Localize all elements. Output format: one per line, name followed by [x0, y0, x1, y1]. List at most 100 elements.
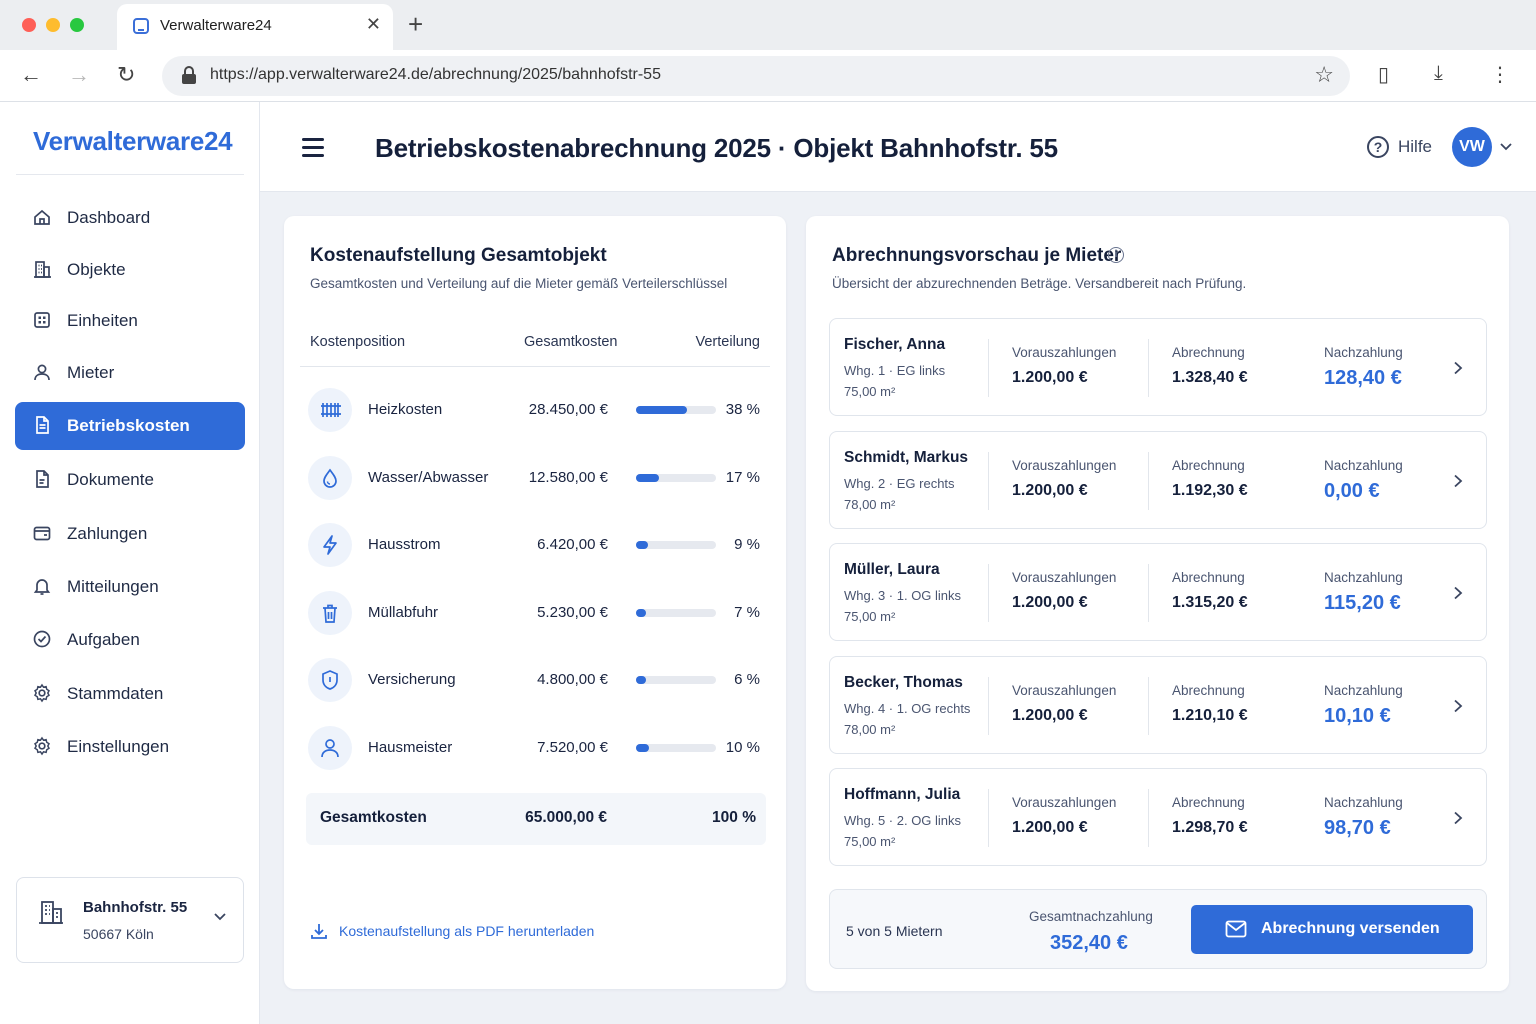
lock-icon — [182, 66, 196, 84]
prepay-value: 1.200,00 € — [1012, 594, 1088, 611]
hamburger-menu-icon[interactable] — [302, 138, 324, 157]
menu-dots-icon[interactable]: ⋮ — [1490, 62, 1510, 87]
prepay-value: 1.200,00 € — [1012, 481, 1088, 499]
object-selector[interactable]: Bahnhofstr. 55 50667 Köln — [16, 877, 244, 963]
sidebar-item-mitteilungen[interactable]: Mitteilungen — [15, 563, 245, 611]
browser-tab[interactable]: Verwalterware24 ✕ — [117, 4, 393, 50]
window-close-button[interactable] — [22, 18, 36, 32]
tenant-row[interactable]: Müller, Laura Whg. 3 · 1. OG links 75,00 m… — [829, 543, 1487, 641]
download-icon[interactable]: ⤓ — [1434, 62, 1443, 85]
tenant-row[interactable]: Schmidt, Markus Whg. 2 · EG rechts 78,00 m… — [829, 430, 1487, 529]
divider — [1148, 676, 1149, 735]
info-icon[interactable]: i — [1108, 247, 1124, 263]
sidebar-item-zahlungen[interactable]: Zahlungen — [15, 510, 245, 558]
due-value: 0,00 € — [1324, 479, 1380, 502]
download-icon — [311, 924, 327, 939]
tenant-row[interactable]: Hoffmann, Julia Whg. 5 · 2. OG links 75,00… — [829, 768, 1487, 866]
object-name: Bahnhofstr. 55 — [83, 899, 188, 916]
tenant-name: Hoffmann, Julia — [844, 786, 961, 803]
sidebar-item-mieter[interactable]: Mieter — [15, 349, 245, 397]
browser-toolbar: ← → ↻ https://app.verwalterware24.de/abr… — [0, 50, 1536, 102]
sidebar-item-label: Betriebskosten — [67, 416, 190, 435]
window-maximize-button[interactable] — [70, 18, 84, 32]
cost-amount: 7.520,00 € — [537, 738, 608, 756]
preview-footer: 5 von 5 Mietern Gesamtnachzahlung 352,40… — [829, 889, 1487, 969]
sidebar-item-label: Mieter — [67, 363, 115, 382]
divider — [300, 366, 770, 367]
sidebar-item-objekte[interactable]: Objekte — [15, 246, 245, 294]
chevron-right-icon[interactable] — [1452, 811, 1464, 825]
due-value: 128,40 € — [1324, 367, 1402, 389]
share-bar-fill — [636, 608, 646, 617]
cost-name: Wasser/Abwasser — [368, 468, 489, 486]
sidebar-item-einstellungen[interactable]: Einstellungen — [15, 723, 245, 771]
sidebar-panel-icon[interactable]: ▯ — [1378, 62, 1389, 87]
reload-icon[interactable]: ↻ — [117, 62, 135, 88]
bill-label: Abrechnung — [1172, 345, 1245, 360]
sidebar-item-label: Einstellungen — [67, 737, 170, 756]
cost-pct: 7 % — [734, 603, 760, 621]
object-city: 50667 Köln — [83, 926, 154, 942]
gear-icon — [32, 683, 52, 703]
send-statement-label: Abrechnung versenden — [1261, 920, 1440, 937]
sidebar-item-stammdaten[interactable]: Stammdaten — [15, 670, 245, 718]
prepay-value: 1.200,00 € — [1012, 706, 1088, 724]
total-label: Gesamtkosten — [320, 809, 427, 826]
sidebar-item-dokumente[interactable]: Dokumente — [15, 456, 245, 504]
bookmark-star-icon[interactable]: ☆ — [1314, 62, 1334, 88]
cost-name: Heizkosten — [368, 401, 443, 418]
share-bar — [636, 743, 716, 752]
address-bar[interactable]: https://app.verwalterware24.de/abrechnun… — [162, 56, 1350, 96]
cost-name: Müllabfuhr — [368, 603, 439, 621]
share-bar-fill — [636, 473, 659, 482]
url-text[interactable]: https://app.verwalterware24.de/abrechnun… — [210, 66, 661, 84]
avatar[interactable]: VW — [1452, 127, 1492, 167]
tenant-row[interactable]: Fischer, Anna Whg. 1 · EG links 75,00 m² Vo… — [829, 318, 1487, 416]
due-value: 115,20 € — [1324, 592, 1401, 614]
sidebar-item-aufgaben[interactable]: Aufgaben — [15, 616, 245, 664]
tenant-row[interactable]: Becker, Thomas Whg. 4 · 1. OG rechts 78,00… — [829, 655, 1487, 754]
radiator-icon — [308, 388, 352, 432]
bill-label: Abrechnung — [1172, 682, 1245, 698]
back-arrow-icon[interactable]: ← — [20, 62, 42, 88]
help-icon: ? — [1367, 136, 1389, 158]
cost-amount: 12.580,00 € — [528, 468, 608, 486]
file-icon — [32, 469, 52, 489]
forward-arrow-icon[interactable]: → — [68, 62, 90, 88]
tenant-size: 75,00 m² — [844, 609, 896, 624]
sidebar-item-dashboard[interactable]: Dashboard — [15, 194, 245, 242]
tenant-name: Fischer, Anna — [844, 336, 946, 353]
chevron-right-icon[interactable] — [1452, 474, 1464, 488]
prepay-value: 1.200,00 € — [1012, 369, 1088, 386]
sidebar-item-einheiten[interactable]: Einheiten — [15, 297, 245, 345]
cost-pct: 6 % — [734, 671, 760, 688]
tenant-unit: Whg. 5 · 2. OG links — [844, 813, 962, 828]
logo[interactable]: Verwalterware24 — [33, 126, 233, 157]
divider — [1148, 451, 1149, 510]
window-minimize-button[interactable] — [46, 18, 60, 32]
sidebar: Verwalterware24 Dashboard Objekte Einheite… — [0, 102, 260, 1024]
chevron-right-icon[interactable] — [1452, 699, 1464, 713]
cost-pct: 9 % — [734, 536, 760, 553]
page-title: Betriebskostenabrechnung 2025 · Objekt B… — [375, 133, 1058, 163]
due-label: Nachzahlung — [1324, 457, 1403, 473]
prepay-label: Vorauszahlungen — [1012, 345, 1117, 360]
bill-value: 1.298,70 € — [1172, 819, 1248, 836]
new-tab-icon[interactable]: + — [408, 9, 423, 40]
preview-card-title: Abrechnungsvorschau je Mieter — [832, 245, 1122, 266]
chevron-right-icon[interactable] — [1452, 361, 1464, 375]
cost-row: Versicherung 4.800,00 € 6 % — [300, 650, 770, 710]
chevron-right-icon[interactable] — [1452, 586, 1464, 600]
tenant-unit: Whg. 2 · EG rechts — [844, 475, 955, 491]
due-label: Nachzahlung — [1324, 682, 1403, 698]
share-bar-fill — [636, 541, 648, 549]
chevron-down-icon[interactable] — [1500, 142, 1512, 152]
share-bar-fill — [636, 743, 649, 752]
divider — [1148, 339, 1149, 397]
cost-pct: 10 % — [725, 738, 760, 756]
send-statement-button[interactable]: Abrechnung versenden — [1191, 905, 1473, 954]
sidebar-item-betriebskosten[interactable]: Betriebskosten — [15, 402, 245, 450]
wallet-icon — [32, 523, 52, 543]
browser-tabbar: Verwalterware24 ✕ + — [0, 0, 1536, 50]
tab-close-icon[interactable]: ✕ — [366, 14, 381, 35]
